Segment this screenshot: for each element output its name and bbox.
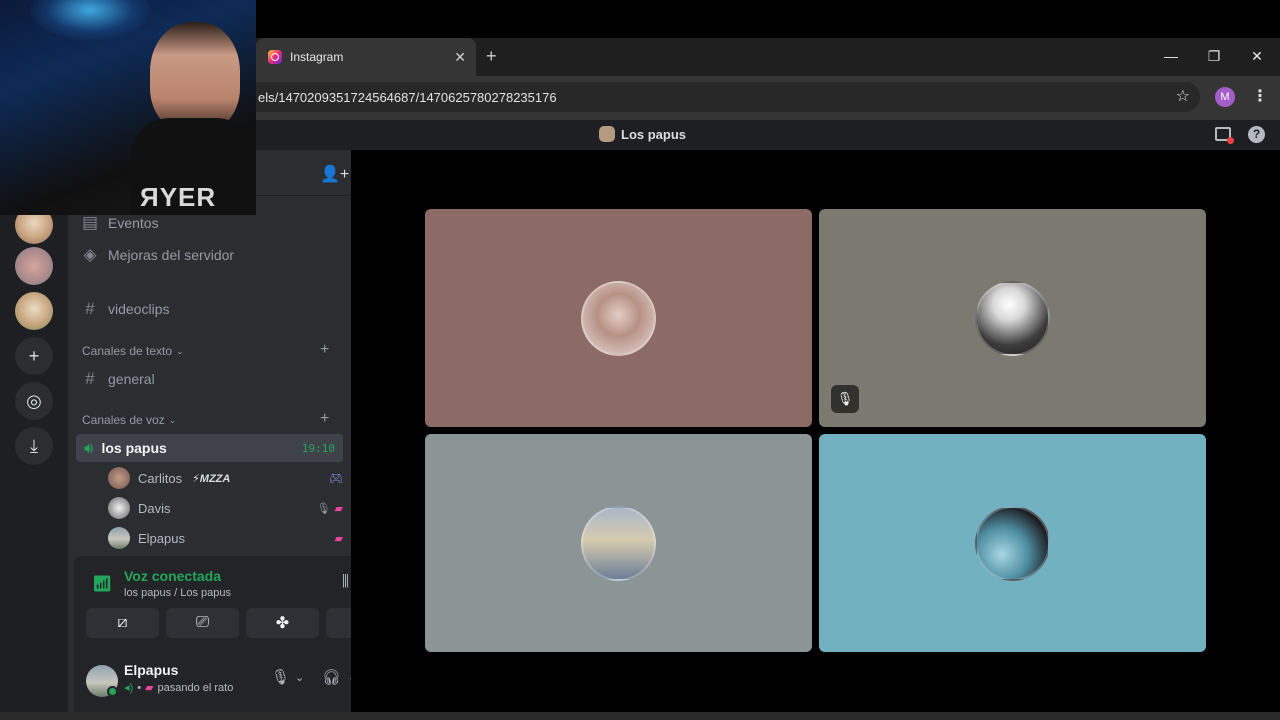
chevron-down-icon: ⌄ bbox=[176, 345, 184, 356]
channel-videoclips[interactable]: # videoclips bbox=[82, 299, 169, 319]
close-window-icon[interactable]: ✕ bbox=[1247, 48, 1267, 65]
voice-status-title[interactable]: Voz conectada bbox=[124, 568, 221, 584]
category-voice-channels[interactable]: Canales de voz ⌄ bbox=[82, 413, 176, 427]
tab-instagram[interactable]: Instagram ✕ bbox=[256, 38, 476, 76]
headphones-icon[interactable]: 🎧︎ bbox=[322, 668, 341, 686]
avatar bbox=[975, 281, 1050, 356]
instagram-icon bbox=[268, 50, 282, 64]
hashtag-icon: # bbox=[85, 369, 95, 388]
channel-sidebar: 👤+ ▤ Eventos ◈ Mejoras del servidor # vi… bbox=[68, 150, 411, 720]
noise-suppression-icon[interactable]: ⫼ bbox=[342, 573, 349, 590]
screen-share-icon: ⎚ bbox=[196, 614, 209, 631]
speaker-icon: 🔊︎ bbox=[84, 439, 94, 457]
streamer-face bbox=[150, 22, 240, 132]
current-server: Los papus bbox=[599, 126, 686, 142]
url-field[interactable]: els/1470209351724564687/1470625780278235… bbox=[256, 82, 1200, 112]
add-text-channel-icon[interactable]: + bbox=[320, 341, 329, 359]
voice-stage: 🎙︎ bbox=[351, 150, 1280, 712]
game-controller-icon: 🎮︎ bbox=[329, 472, 343, 485]
browser-menu-icon[interactable]: ⋮ bbox=[1252, 86, 1268, 106]
server-avatar-3[interactable] bbox=[15, 292, 53, 330]
tab-close-icon[interactable]: ✕ bbox=[454, 49, 466, 66]
chevron-down-icon[interactable]: ⌄ bbox=[295, 671, 304, 684]
download-icon[interactable]: ⤓ bbox=[15, 427, 53, 465]
voice-status-subtitle: los papus / Los papus bbox=[124, 587, 232, 599]
activity-icon: ▰ bbox=[334, 502, 343, 515]
avatar bbox=[108, 467, 130, 489]
server-rail: + ◎ ⤓ bbox=[0, 150, 68, 720]
voice-user-carlitos[interactable]: Carlitos ⚡MZZA 🎮︎ bbox=[108, 466, 343, 490]
username: Elpapus bbox=[124, 662, 179, 678]
discover-compass-icon[interactable]: ◎ bbox=[15, 382, 53, 420]
voice-user-elpapus[interactable]: Elpapus ▰ bbox=[108, 526, 343, 550]
hashtag-icon: # bbox=[85, 299, 95, 318]
participant-tile[interactable] bbox=[425, 434, 812, 652]
background-light bbox=[30, 0, 150, 40]
shirt-print: ЯYER bbox=[140, 182, 217, 212]
activity-icon: ▰ bbox=[145, 682, 154, 694]
activity-icon: ▰ bbox=[334, 532, 343, 545]
taskbar-strip bbox=[0, 712, 1280, 720]
invite-people-icon[interactable]: 👤+ bbox=[320, 164, 349, 184]
category-text-channels[interactable]: Canales de texto ⌄ bbox=[82, 344, 184, 358]
avatar bbox=[975, 506, 1050, 581]
microphone-icon[interactable]: 🎙︎ bbox=[271, 668, 290, 686]
channel-boosts[interactable]: ◈ Mejoras del servidor bbox=[82, 245, 234, 265]
bookmark-star-icon[interactable]: ☆ bbox=[1176, 86, 1190, 106]
activities-icon: ✤ bbox=[275, 615, 290, 632]
chevron-down-icon: ⌄ bbox=[168, 414, 177, 425]
boost-gem-icon: ◈ bbox=[83, 245, 97, 264]
online-status-dot bbox=[107, 686, 118, 697]
clan-tag: ⚡MZZA bbox=[192, 472, 231, 485]
avatar bbox=[108, 497, 130, 519]
restore-icon[interactable]: ❐ bbox=[1204, 48, 1224, 65]
custom-status: ◂) • ▰ pasando el rato bbox=[124, 681, 234, 695]
calendar-icon: ▤ bbox=[82, 213, 99, 232]
channel-events[interactable]: ▤ Eventos bbox=[82, 213, 159, 233]
camera-off-button[interactable]: ⧄ bbox=[86, 608, 159, 638]
url-text: els/1470209351724564687/1470625780278235… bbox=[258, 89, 557, 105]
participant-tile[interactable] bbox=[819, 434, 1206, 652]
webcam-overlay: ЯYER bbox=[0, 0, 256, 215]
server-avatar-2[interactable] bbox=[15, 247, 53, 285]
share-screen-button[interactable]: ⎚ bbox=[166, 608, 239, 638]
participant-tile[interactable] bbox=[425, 209, 812, 427]
connection-signal-icon[interactable]: 📶︎ bbox=[92, 574, 112, 594]
minimize-icon[interactable]: — bbox=[1161, 48, 1181, 64]
inbox-icon[interactable] bbox=[1215, 127, 1234, 144]
voice-user-davis[interactable]: Davis 🎙︎ ▰ bbox=[108, 496, 343, 520]
profile-avatar[interactable]: M bbox=[1215, 87, 1235, 107]
new-tab-button[interactable]: + bbox=[486, 46, 497, 67]
mic-muted-icon: 🎙︎ bbox=[316, 502, 331, 515]
add-voice-channel-icon[interactable]: + bbox=[320, 410, 329, 428]
tab-title: Instagram bbox=[290, 50, 344, 64]
avatar bbox=[108, 527, 130, 549]
voice-timer: 19:10 bbox=[301, 441, 335, 455]
help-icon[interactable]: ? bbox=[1248, 126, 1265, 143]
activities-button[interactable]: ✤ bbox=[246, 608, 319, 638]
camera-off-icon: ⧄ bbox=[117, 614, 128, 631]
channel-general[interactable]: # general bbox=[82, 369, 154, 389]
avatar bbox=[581, 281, 656, 356]
avatar bbox=[581, 506, 656, 581]
speaker-icon: ◂) bbox=[124, 682, 134, 694]
participant-tile[interactable]: 🎙︎ bbox=[819, 209, 1206, 427]
voice-channel-los-papus[interactable]: 🔊︎ los papus 19:10 bbox=[76, 434, 343, 462]
add-server-icon[interactable]: + bbox=[15, 337, 53, 375]
server-title: Los papus bbox=[621, 126, 687, 142]
server-icon bbox=[599, 126, 615, 142]
mic-muted-icon: 🎙︎ bbox=[831, 385, 859, 413]
